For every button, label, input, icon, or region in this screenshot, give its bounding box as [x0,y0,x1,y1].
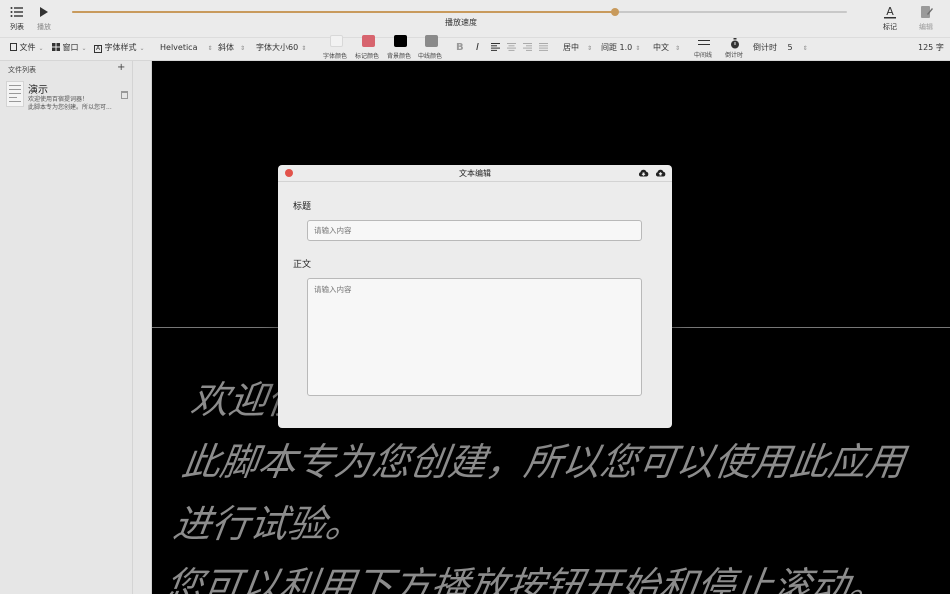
file-sidebar: 文件列表 + 演示 欢迎使用百宿提词器！ 此脚本专为您创建。所以您可... [0,61,152,594]
updown-icon: ⇕ [635,45,641,52]
spacing-value: 1.0 [619,43,633,52]
center-line-color-swatch[interactable] [425,35,438,47]
dialog-title: 文本编辑 [459,169,491,178]
bold-button[interactable]: B [456,42,464,53]
speed-label: 播放速度 [445,18,477,27]
mark-button[interactable]: A 标记 [875,4,905,32]
font-mark-icon: A [884,5,896,19]
alignment-select[interactable]: 居中 ⇕ [559,41,596,55]
window-icon [52,43,60,51]
window-menu[interactable]: 窗口 ⌄ [48,41,91,55]
file-menu-label: 文件 [19,43,36,52]
updown-icon: ⇕ [675,45,681,52]
countdown-value: 5 [787,43,793,52]
file-thumbnail [6,81,24,107]
format-bar: 文件 ⌄ 窗口 ⌄ A 字体样式 ⌄ Helvetica ⇕ 斜体 ⇕ 字体大小60 ⇕ 居… [0,38,950,61]
countdown-label: 倒计时 [753,43,777,52]
cloud-upload-icon[interactable] [655,169,666,178]
font-size-value: 60 [288,43,299,52]
speed-slider-fill [72,11,615,13]
font-color-swatch[interactable] [330,35,343,47]
spacing-select[interactable]: 间距 1.0 ⇕ [597,41,644,55]
body-field-label: 正文 [293,260,312,270]
font-weight-select[interactable]: 斜体 ⇕ [214,41,249,55]
dialog-header: 文本编辑 [278,165,672,182]
center-line-color-label: 中线颜色 [418,53,443,60]
mark-button-label: 标记 [883,23,897,31]
spacing-label: 间距 [601,43,617,52]
top-toolbar: 列表 播放 播放速度 A 标记 编辑 [0,0,950,38]
file-preview-line2: 此脚本专为您创建。所以您可... [28,104,112,111]
font-color-label: 字体颜色 [323,53,348,60]
center-line-label: 中间线 [694,52,713,59]
edit-button[interactable]: 编辑 [911,4,941,32]
updown-icon: ⇕ [802,45,808,52]
center-line-icon[interactable] [698,40,710,45]
file-list-header: 文件列表 [8,66,36,74]
font-family-select[interactable]: Helvetica ⇕ [156,41,217,55]
add-file-button[interactable]: + [117,62,125,73]
prompter-line: 此脚本专为您创建，所以您可以使用此应用 [179,440,908,484]
cloud-download-icon[interactable] [638,169,649,178]
font-size-select[interactable]: 字体大小60 ⇕ [252,41,310,55]
font-family-value: Helvetica [160,43,198,52]
title-input[interactable] [307,220,642,241]
background-color-label: 背景颜色 [387,53,412,60]
font-weight-value: 斜体 [218,43,234,52]
edit-button-label: 编辑 [919,23,933,31]
italic-button[interactable]: I [476,42,479,53]
font-size-label: 字体大小 [256,43,288,52]
text-edit-dialog: 文本编辑 标题 正文 [278,165,672,428]
updown-icon: ⇕ [587,45,593,52]
prompter-line: 您可以利用下方播放按钮开始和停止滚动。 [161,564,891,594]
file-icon [10,43,17,51]
chevron-icon: ⌄ [38,45,44,52]
countdown-select[interactable]: 倒计时 5 ⇕ [749,41,812,55]
countdown-icon-label: 倒计时 [725,52,744,59]
speed-slider-knob[interactable] [610,8,619,16]
prompter-line: 进行试验。 [170,502,367,546]
file-list-item[interactable]: 演示 欢迎使用百宿提词器！ 此脚本专为您创建。所以您可... [0,77,133,113]
file-menu[interactable]: 文件 ⌄ [6,41,48,55]
edit-icon [921,6,933,18]
mark-color-label: 标记颜色 [355,53,380,60]
window-menu-label: 窗口 [62,43,79,52]
updown-icon: ⇕ [240,45,246,52]
trash-icon[interactable] [121,91,128,99]
background-color-swatch[interactable] [394,35,407,47]
chevron-icon: ⌄ [81,45,87,52]
mark-color-swatch[interactable] [362,35,375,47]
align-right-icon[interactable] [523,43,532,51]
align-justify-icon[interactable] [539,43,548,51]
updown-icon: ⇕ [207,45,213,52]
align-center-icon[interactable] [507,43,516,51]
alignment-value: 居中 [563,43,579,52]
chevron-icon: ⌄ [139,45,145,52]
svg-text:A: A [886,5,894,18]
language-value: 中文 [653,43,669,52]
language-select[interactable]: 中文 ⇕ [649,41,684,55]
font-style-menu[interactable]: A 字体样式 ⌄ [90,41,149,55]
body-textarea[interactable] [307,278,642,396]
stopwatch-icon[interactable] [730,38,740,49]
align-left-icon[interactable] [491,43,500,51]
speed-slider[interactable] [72,8,847,16]
sidebar-divider [132,61,133,594]
updown-icon: ⇕ [301,45,307,52]
title-field-label: 标题 [293,202,312,212]
font-style-icon: A [94,45,102,53]
font-style-menu-label: 字体样式 [104,43,137,52]
word-count: 125 字 [918,43,944,52]
